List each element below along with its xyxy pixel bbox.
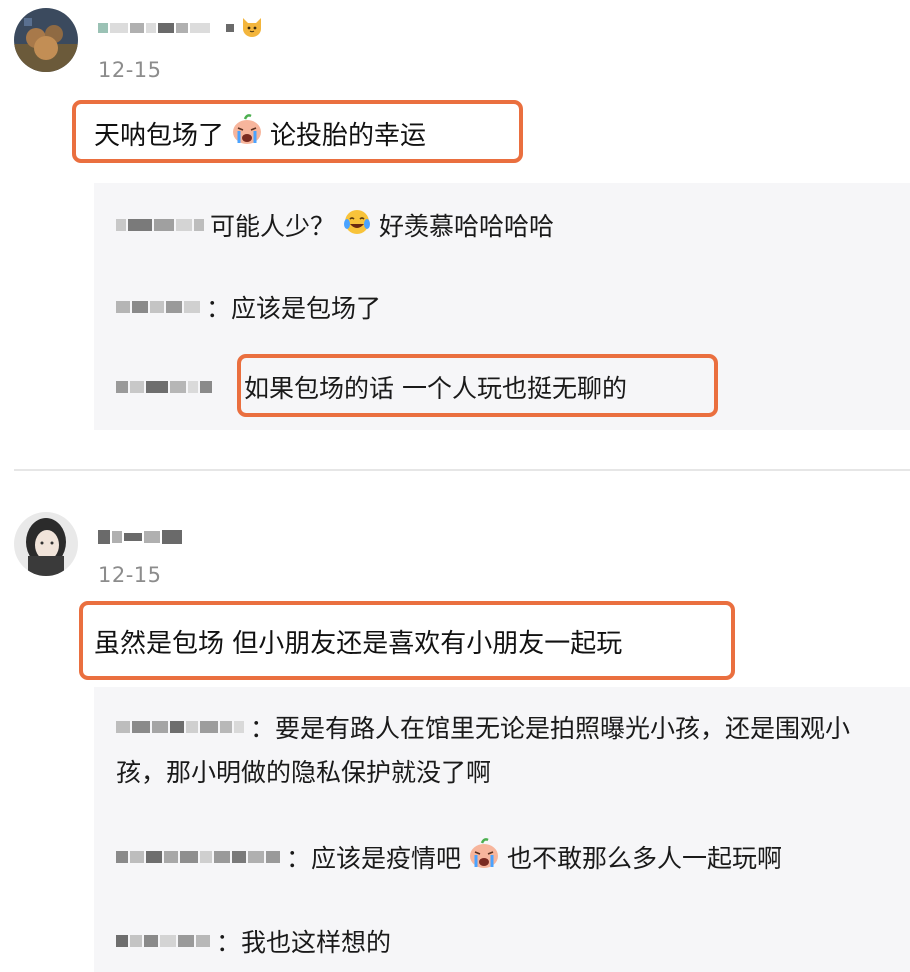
comment-date: 12-15 [98, 563, 162, 587]
reply-item[interactable]: ： 要是有路人在馆里无论是拍照曝光小孩，还是围观小 [116, 707, 850, 747]
comment-2: 12-15 虽然是包场 但小朋友还是喜欢有小朋友一起玩 ： 要是有路人在馆里无论… [0, 471, 910, 972]
reply-item[interactable]: ： 应该是包场了 [116, 287, 381, 327]
username-masked[interactable] [98, 523, 182, 551]
cat-face-icon [240, 14, 264, 42]
reply-username-masked[interactable] [116, 851, 280, 863]
reply-item[interactable]: 如果包场的话 一个人玩也挺无聊的 [116, 367, 627, 407]
reply-item-continuation: 孩，那小明做的隐私保护就没了啊 [116, 758, 492, 787]
username-masked[interactable] [98, 14, 264, 42]
reply-username-masked[interactable] [116, 301, 200, 313]
comment-date: 12-15 [98, 58, 162, 82]
reply-item[interactable]: 可能人少？ 好羡慕哈哈哈哈 [116, 205, 554, 245]
comment-text: 虽然是包场 但小朋友还是喜欢有小朋友一起玩 [94, 628, 623, 659]
reply-username-masked[interactable] [116, 219, 204, 231]
reply-list: 可能人少？ 好羡慕哈哈哈哈 ： 应该是包场了 如果包场的话 一个人玩也挺无聊的 [94, 183, 910, 430]
reply-username-masked[interactable] [116, 381, 212, 393]
tears-of-joy-emoji-icon [343, 208, 371, 242]
reply-username-masked[interactable] [116, 721, 244, 733]
comment-1: 12-15 天呐包场了 论投胎的幸运 可能人少？ 好羡慕哈哈哈哈 ： 应该是包场… [0, 0, 910, 470]
avatar[interactable] [14, 8, 78, 72]
reply-list: ： 要是有路人在馆里无论是拍照曝光小孩，还是围观小 孩，那小明做的隐私保护就没了… [94, 687, 910, 972]
comment-text: 天呐包场了 论投胎的幸运 [94, 113, 426, 153]
crying-peach-emoji-icon [467, 837, 501, 877]
reply-item[interactable]: ： 我也这样想的 [116, 921, 391, 961]
crying-peach-emoji-icon [230, 113, 264, 154]
avatar[interactable] [14, 512, 78, 576]
reply-item[interactable]: ： 应该是疫情吧 也不敢那么多人一起玩啊 [116, 837, 782, 877]
reply-username-masked[interactable] [116, 935, 210, 947]
